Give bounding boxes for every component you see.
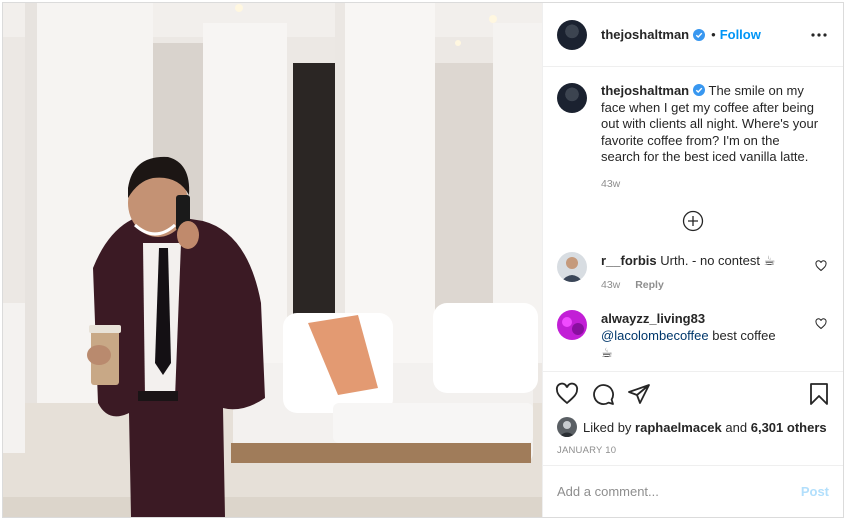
verified-badge-icon [693,28,706,41]
post-date[interactable]: JANUARY 10 [543,439,843,465]
liker-username[interactable]: raphaelmacek [635,420,722,435]
load-more-comments-button[interactable] [557,206,829,236]
comments-list[interactable]: thejoshaltman The smile on my face when … [543,67,843,371]
post-image [3,3,542,517]
post-side-panel: thejoshaltman • Follow thejoshaltman The… [542,3,843,517]
caption-username[interactable]: thejoshaltman [601,83,689,98]
action-bar [543,371,843,415]
verified-badge-icon [693,84,706,96]
likes-summary: Liked by raphaelmacek and 6,301 others [543,415,843,439]
commenter-avatar[interactable] [557,252,587,282]
comment-item: r__forbis Urth. - no contest ☕ 43w Reply [557,252,829,294]
save-bookmark-icon[interactable] [807,382,831,406]
post-dialog: thejoshaltman • Follow thejoshaltman The… [2,2,844,518]
add-comment-input[interactable] [557,484,801,499]
add-comment-bar: Post [543,465,843,517]
comment-text: Urth. - no contest ☕ [660,253,776,268]
comment-body: alwayzz_living83 @lacolombecoffee best c… [601,310,801,361]
comment-username[interactable]: alwayzz_living83 [601,311,705,326]
comment-emoji: ☕ [601,345,613,360]
like-comment-heart-icon[interactable] [815,260,827,272]
like-heart-icon[interactable] [555,382,579,406]
caption-author-avatar[interactable] [557,83,587,113]
share-paper-plane-icon[interactable] [627,382,651,406]
comment-item: alwayzz_living83 @lacolombecoffee best c… [557,310,829,361]
post-photo[interactable] [3,3,542,517]
comment-timestamp[interactable]: 43w [601,279,620,291]
comment-meta: 43w Reply [601,277,801,294]
commenter-avatar[interactable] [557,310,587,340]
plus-circle-icon [682,210,704,232]
author-avatar[interactable] [557,19,587,50]
like-comment-heart-icon[interactable] [815,318,827,330]
more-options-icon[interactable] [809,25,829,45]
post-comment-button[interactable]: Post [801,484,829,499]
author-username[interactable]: thejoshaltman [601,27,689,42]
likes-others-link[interactable]: 6,301 others [751,420,827,435]
comment-body: r__forbis Urth. - no contest ☕ 43w Reply [601,252,801,294]
caption-body: thejoshaltman The smile on my face when … [601,83,821,192]
caption: thejoshaltman The smile on my face when … [557,83,829,192]
header-separator: • [711,27,716,42]
comment-username[interactable]: r__forbis [601,253,657,268]
comment-mention-link[interactable]: @lacolombecoffee [601,328,709,343]
likes-prefix: Liked by [583,419,632,435]
comment-bubble-icon[interactable] [591,382,615,406]
follow-button[interactable]: Follow [720,27,761,42]
liker-avatar[interactable] [557,417,577,437]
likes-joiner: and [725,419,748,435]
comment-text: best coffee [708,328,776,343]
post-header: thejoshaltman • Follow [543,3,843,67]
reply-button[interactable]: Reply [635,279,664,291]
caption-timestamp[interactable]: 43w [601,176,821,193]
